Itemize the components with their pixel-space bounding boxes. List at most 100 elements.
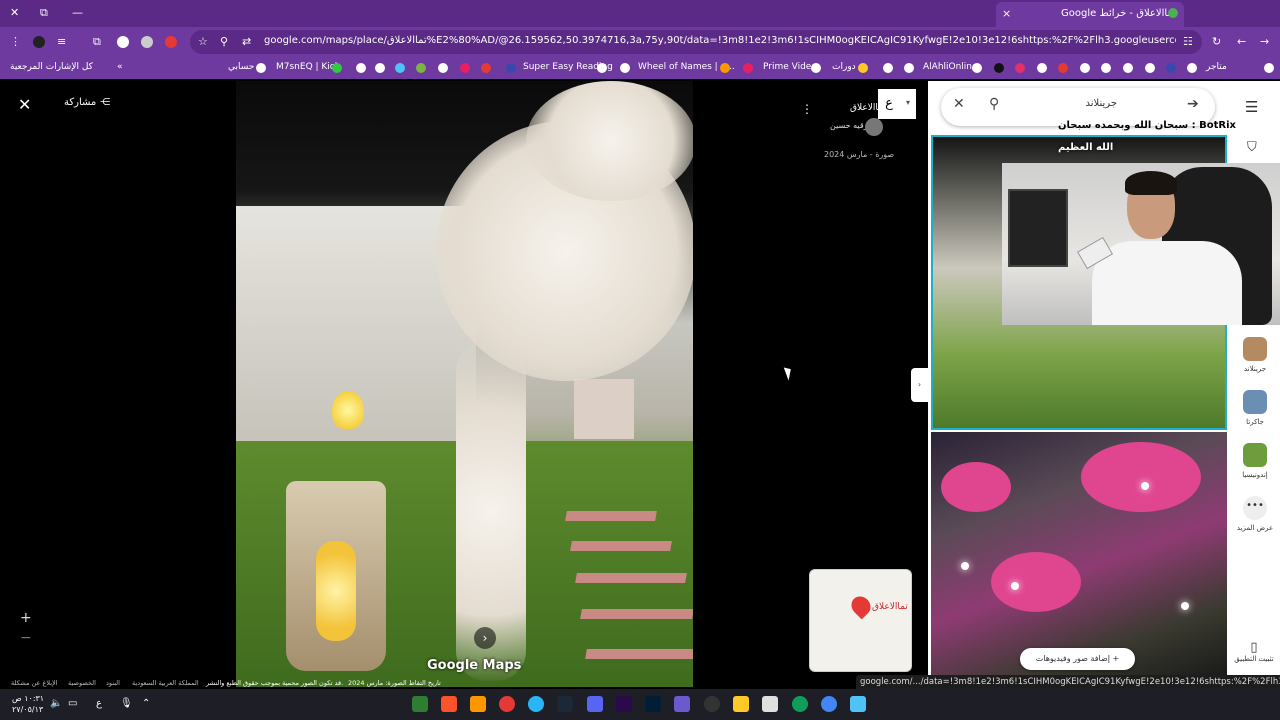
bookmark-courses[interactable]: دورات — [832, 62, 856, 72]
bookmark-account[interactable]: حسابي — [228, 62, 254, 72]
zoom-in-button[interactable]: + — [20, 610, 32, 626]
next-photo-button[interactable]: › — [474, 627, 496, 649]
file-explorer-icon[interactable] — [733, 696, 749, 712]
input-language[interactable]: ع — [96, 698, 102, 709]
reload-icon[interactable]: ↻ — [1212, 35, 1221, 48]
bookmark-favicon-icon[interactable] — [395, 63, 405, 73]
chevron-icon[interactable]: « — [117, 62, 123, 72]
rail-item-greenland[interactable]: جرينلاند — [1230, 337, 1280, 373]
bookmark-favicon-icon[interactable] — [1123, 63, 1133, 73]
address-url[interactable]: google.com/maps/place/تماالاعلاق%E2%80%A… — [264, 35, 1176, 46]
extensions-icon[interactable]: ⧉ — [93, 35, 101, 49]
menu-kebab-icon[interactable]: ⋮ — [10, 35, 21, 48]
extension-icon[interactable] — [33, 36, 45, 48]
bookmark-favicon-icon[interactable] — [438, 63, 448, 73]
bookmark-favicon-icon[interactable] — [1166, 63, 1176, 73]
windows-start-icon[interactable] — [850, 696, 866, 712]
site-info-icon[interactable]: ⇄ — [242, 35, 251, 48]
apps-icon[interactable] — [1264, 63, 1274, 73]
extension-icon[interactable] — [141, 36, 153, 48]
bookmark-favicon-icon[interactable] — [460, 63, 470, 73]
more-options-icon[interactable]: ⋮ — [801, 102, 813, 116]
tiktok-icon[interactable] — [994, 63, 1004, 73]
telegram-icon[interactable] — [528, 696, 544, 712]
mic-icon[interactable]: 🎙 — [120, 698, 133, 709]
collapse-panel-button[interactable]: › — [911, 368, 928, 402]
tab-close-icon[interactable]: × — [1002, 7, 1011, 20]
privacy-link[interactable]: الخصوصية — [68, 679, 96, 687]
tune-icon[interactable]: ☷ — [1183, 35, 1193, 48]
mini-map[interactable]: تماالاعلاق — [809, 569, 912, 672]
rail-item-indonesia[interactable]: إندونيسيا — [1230, 443, 1280, 479]
gallery-photo[interactable] — [931, 432, 1227, 676]
edge-icon[interactable] — [792, 696, 808, 712]
search-input[interactable] — [1021, 98, 1117, 109]
author-avatar[interactable] — [865, 118, 883, 136]
bookmark-favicon-icon[interactable] — [883, 63, 893, 73]
bookmark-alahli[interactable]: AlAhliOnline — [923, 62, 978, 72]
photoshop-icon[interactable] — [645, 696, 661, 712]
taskbar-app-icon[interactable] — [470, 696, 486, 712]
obs-icon[interactable] — [704, 696, 720, 712]
place-photo[interactable] — [236, 81, 693, 687]
taskbar-app-icon[interactable] — [762, 696, 778, 712]
clock-date[interactable]: ٢٧/٠٥/١٣ — [12, 705, 43, 714]
bookmark-favicon-icon[interactable] — [416, 63, 426, 73]
share-button[interactable]: مشاركة ⋲ — [64, 97, 110, 108]
taskbar-app-icon[interactable] — [674, 696, 690, 712]
bookmark-kick[interactable]: M7snEQ | Kick — [276, 62, 340, 72]
zoom-icon[interactable]: ⚲ — [220, 35, 228, 48]
tray-chevron-icon[interactable]: ⌃ — [142, 698, 150, 709]
minimize-window-icon[interactable]: — — [72, 6, 83, 19]
bookmark-favicon-icon[interactable] — [1187, 63, 1197, 73]
taskbar-app-icon[interactable] — [412, 696, 428, 712]
close-window-icon[interactable]: ✕ — [10, 6, 19, 19]
close-viewer-icon[interactable]: ✕ — [18, 95, 31, 114]
browser-tab-maps[interactable]: × تماالاعلاق - خرائط Google — [996, 2, 1184, 27]
rail-item-jakarta[interactable]: جاكرتا — [1230, 390, 1280, 426]
install-app-button[interactable]: ▯ تثبيت التطبيق — [1232, 640, 1276, 663]
brave-icon[interactable] — [441, 696, 457, 712]
bookmark-prime-video[interactable]: Prime Video — [763, 62, 817, 72]
bookmark-favicon-icon[interactable] — [1145, 63, 1155, 73]
bookmark-favicon-icon[interactable] — [481, 63, 491, 73]
bookmark-favicon-icon[interactable] — [1037, 63, 1047, 73]
bookmark-stores[interactable]: متاجر — [1206, 62, 1227, 72]
instagram-icon[interactable] — [1015, 63, 1025, 73]
forward-icon[interactable]: ← — [1237, 35, 1246, 48]
bookmark-favicon-icon[interactable] — [356, 63, 366, 73]
taskbar-app-icon[interactable] — [499, 696, 515, 712]
display-icon[interactable]: ▭ — [68, 698, 77, 709]
report-problem-link[interactable]: الإبلاغ عن مشكلة — [11, 679, 58, 687]
directions-arrow-icon[interactable]: ➔ — [1187, 96, 1199, 112]
volume-icon[interactable]: 🔈 — [50, 698, 62, 709]
restore-window-icon[interactable]: ⧉ — [40, 6, 48, 20]
youtube-icon[interactable] — [1058, 63, 1068, 73]
photo-author[interactable]: رقيه حسين — [830, 121, 868, 130]
place-letter-badge[interactable]: ع — [878, 89, 900, 119]
bookmark-favicon-icon[interactable] — [375, 63, 385, 73]
extension-icon[interactable] — [117, 36, 129, 48]
discord-icon[interactable] — [587, 696, 603, 712]
menu-icon[interactable]: ☰ — [1245, 98, 1258, 116]
search-icon[interactable]: ⚲ — [989, 96, 999, 112]
bookmark-all[interactable]: كل الإشارات المرجعية — [10, 62, 93, 72]
back-icon[interactable]: → — [1260, 35, 1269, 48]
add-media-button[interactable]: إضافة صور وفيديوهات + — [1020, 648, 1135, 670]
bookmark-favicon-icon[interactable] — [1101, 63, 1111, 73]
zoom-out-button[interactable]: − — [20, 630, 32, 646]
clock-time[interactable]: ١٠:٣١ ص — [12, 694, 44, 703]
bookmark-star-icon[interactable]: ☆ — [198, 35, 208, 48]
steam-icon[interactable] — [557, 696, 573, 712]
bookmark-favicon-icon[interactable] — [972, 63, 982, 73]
clear-search-icon[interactable]: ✕ — [953, 96, 965, 112]
chrome-icon[interactable] — [821, 696, 837, 712]
bookmark-favicon-icon[interactable] — [1080, 63, 1090, 73]
premiere-icon[interactable] — [616, 696, 632, 712]
reading-list-icon[interactable]: ≡ — [57, 35, 66, 48]
extension-icon[interactable] — [165, 36, 177, 48]
chevron-down-icon[interactable]: ▾ — [900, 89, 916, 119]
terms-link[interactable]: البنود — [106, 679, 120, 687]
saved-icon[interactable]: ⛉ — [1247, 140, 1257, 155]
rail-item-show-more[interactable]: ••• عرض المزيد — [1230, 496, 1280, 532]
